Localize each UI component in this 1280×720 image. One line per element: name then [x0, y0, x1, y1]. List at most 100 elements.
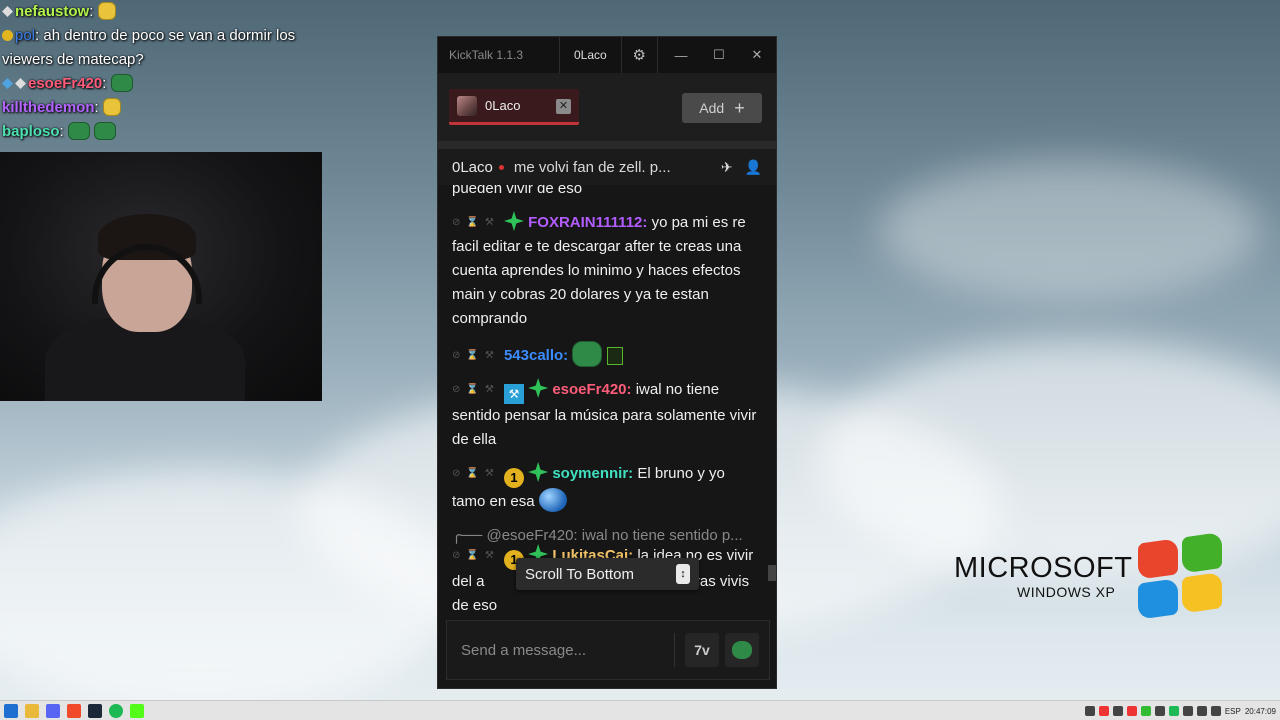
scrollbar-thumb[interactable]: [768, 565, 776, 581]
scroll-to-bottom-button[interactable]: Scroll To Bottom ↕: [516, 558, 699, 590]
divider: [438, 141, 776, 149]
mod-actions-icon[interactable]: ⊘⌛⚒: [452, 344, 500, 368]
chat-username[interactable]: soymennir:: [552, 465, 633, 482]
monster-emote-icon: [606, 347, 623, 365]
overlay-username: nefaustow: [15, 3, 90, 20]
close-button[interactable]: ✕: [738, 37, 776, 73]
mod-actions-icon[interactable]: ⊘⌛⚒: [452, 544, 500, 568]
file-explorer-icon[interactable]: [25, 703, 39, 718]
add-channel-button[interactable]: Add +: [682, 93, 762, 123]
gear-icon[interactable]: ⚙: [622, 37, 658, 73]
plus-icon: +: [734, 97, 745, 118]
moderator-badge-icon: ⚒: [503, 384, 524, 404]
microphone-icon[interactable]: [1182, 706, 1193, 716]
message-input-bar: 7v: [446, 620, 770, 680]
channel-header: 0Laco me volvi fan de zell. p... ✈ 👤: [438, 149, 776, 185]
maximize-button[interactable]: ☐: [700, 37, 738, 73]
mod-actions-icon[interactable]: ⊘⌛⚒: [452, 378, 500, 402]
channel-name: 0Laco: [452, 158, 493, 176]
overlay-chat-line: pol: ah dentro de poco se van a dormir l…: [2, 24, 322, 72]
reply-preview[interactable]: ╭── @esoeFr420: iwal no tiene sentido p.…: [452, 526, 762, 544]
tray-app-icon[interactable]: [1140, 706, 1151, 716]
stream-overlay-chat: nefaustow: pol: ah dentro de poco se van…: [2, 0, 322, 144]
7tv-emote-button[interactable]: 7v: [685, 633, 719, 667]
language-indicator[interactable]: ESP: [1225, 707, 1241, 716]
taskbar: ESP 20:47:09: [0, 700, 1280, 720]
subscriber-badge-icon: [528, 462, 549, 482]
tray-app-icon[interactable]: [1168, 706, 1179, 716]
emote-icon: [102, 98, 121, 116]
chat-message: ⊘⌛⚒ 1 soymennir: El bruno y yo tamo en e…: [452, 462, 762, 514]
user-icon[interactable]: 👤: [745, 159, 762, 176]
overlay-chat-line: esoeFr420:: [2, 72, 322, 96]
message-text: pueden vivir de eso: [452, 185, 583, 197]
volume-icon[interactable]: [1210, 706, 1221, 716]
kick-emote-button[interactable]: [725, 633, 759, 667]
chat-username[interactable]: FOXRAIN111112:: [528, 214, 647, 231]
chat-message: ⊘⌛⚒ ⚒ esoeFr420: iwal no tiene sentido p…: [452, 378, 762, 452]
network-icon[interactable]: [1196, 706, 1207, 716]
kick-icon[interactable]: [130, 703, 144, 718]
brave-icon[interactable]: [67, 703, 81, 718]
overlay-message: : ah dentro de poco se van a dormir los …: [2, 27, 296, 68]
live-indicator-icon: [498, 164, 504, 170]
reply-text: @esoeFr420: iwal no tiene sentido p...: [486, 527, 743, 544]
emote-buttons: 7v: [685, 633, 759, 667]
tray-app-icon[interactable]: [1126, 706, 1137, 716]
clock[interactable]: 20:47:09: [1245, 707, 1276, 716]
steam-icon[interactable]: [88, 703, 102, 718]
tray-app-icon[interactable]: [1084, 706, 1095, 716]
channel-tab-label: 0Laco: [485, 98, 521, 113]
chat-badge-icon: [2, 6, 13, 17]
title-bar[interactable]: KickTalk 1.1.3 0Laco ⚙ — ☐ ✕: [438, 37, 776, 73]
tray-app-icon[interactable]: [1112, 706, 1123, 716]
globe-emote-icon: [538, 488, 567, 512]
logo-text-windows-xp: WINDOWS XP: [1017, 584, 1116, 600]
close-tab-icon[interactable]: ✕: [556, 99, 571, 114]
discord-icon[interactable]: [46, 703, 60, 718]
user-account-tab[interactable]: 0Laco: [559, 37, 622, 73]
chat-messages[interactable]: pueden vivir de eso ⊘⌛⚒ FOXRAIN111112: y…: [438, 185, 776, 617]
chat-username[interactable]: esoeFr420:: [552, 381, 631, 398]
kicktalk-window: KickTalk 1.1.3 0Laco ⚙ — ☐ ✕ 0Laco ✕ Add…: [437, 36, 777, 689]
logo-text-microsoft: MICROSOFT: [954, 552, 1133, 584]
tray-app-icon[interactable]: [1154, 706, 1165, 716]
divider: [674, 633, 675, 667]
minimize-button[interactable]: —: [662, 37, 700, 73]
scroll-arrow-icon: ↕: [676, 564, 690, 584]
chat-message: ⊘⌛⚒ FOXRAIN111112: yo pa mi es re facil …: [452, 211, 762, 331]
sub-badge-icon: [2, 30, 13, 41]
overlay-chat-line: killthedemon:: [2, 96, 322, 120]
scroll-to-bottom-label: Scroll To Bottom: [525, 565, 634, 583]
message-input[interactable]: [447, 641, 674, 659]
mod-badge-icon: [2, 78, 13, 89]
windows-xp-logo: MICROSOFT WINDOWS XP: [954, 531, 1234, 620]
chat-badge-icon: [15, 78, 26, 89]
subscriber-badge-icon: [528, 378, 549, 398]
add-button-label: Add: [699, 100, 725, 116]
chat-message: pueden vivir de eso: [452, 185, 762, 201]
pin-icon[interactable]: ✈: [721, 159, 733, 176]
emote-face-icon: [732, 641, 752, 659]
reply-arrow-icon: ╭──: [452, 527, 483, 544]
windows-start-icon[interactable]: [4, 703, 18, 718]
mod-actions-icon[interactable]: ⊘⌛⚒: [452, 211, 500, 235]
mod-actions-icon[interactable]: ⊘⌛⚒: [452, 462, 500, 486]
channel-tab-0laco[interactable]: 0Laco ✕: [449, 89, 579, 125]
emote-icon: [97, 2, 116, 20]
windows-flag-icon: [1134, 530, 1224, 625]
chat-username[interactable]: 543callo:: [504, 347, 568, 364]
channel-tabs-bar: 0Laco ✕ Add +: [438, 73, 776, 141]
pinned-message[interactable]: me volvi fan de zell. p...: [514, 159, 709, 176]
cloud: [880, 160, 1260, 300]
spotify-icon[interactable]: [109, 703, 123, 718]
overlay-username: baploso: [2, 123, 60, 140]
emote-icon: [94, 122, 117, 140]
overlay-username: esoeFr420: [28, 75, 103, 92]
tray-app-icon[interactable]: [1098, 706, 1109, 716]
overlay-chat-line: nefaustow:: [2, 0, 322, 24]
overlay-username: killthedemon: [2, 99, 95, 116]
avatar: [457, 95, 477, 116]
gift-badge-icon: 1: [503, 468, 524, 488]
app-title: KickTalk 1.1.3: [449, 48, 524, 62]
